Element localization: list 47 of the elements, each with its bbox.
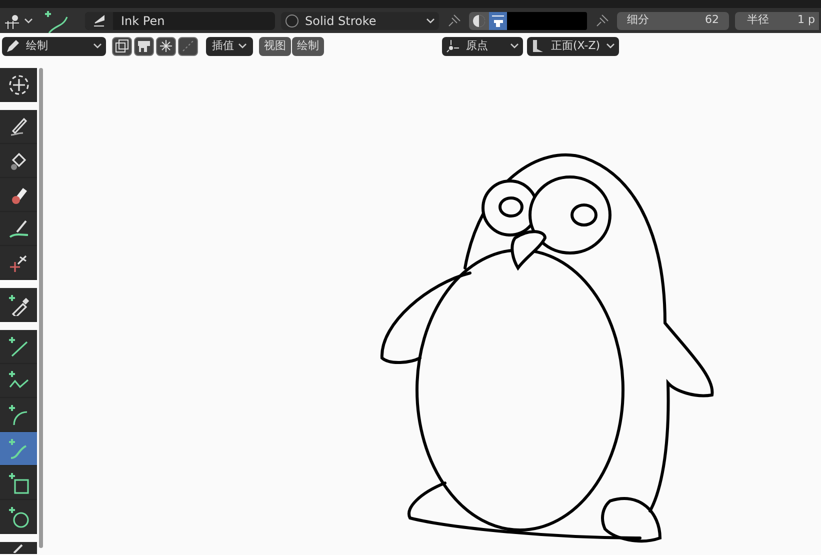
layers-icon (115, 39, 129, 53)
cursor-icon (8, 74, 30, 96)
toggle-button[interactable] (112, 36, 132, 56)
toggle-button[interactable] (134, 36, 154, 56)
line-icon (8, 336, 30, 358)
mask-icon (137, 39, 151, 53)
brush-name: Ink Pen (120, 12, 166, 30)
arc-icon (8, 404, 30, 426)
caret-icon (238, 43, 247, 49)
radius-field[interactable]: 半径 1 p (735, 12, 819, 30)
scrollbar[interactable] (39, 68, 43, 548)
orientation-dropdown[interactable]: 正面(X-Z) (527, 36, 620, 56)
pivot-dropdown[interactable]: 原点 (442, 36, 523, 56)
tool-button[interactable] (0, 542, 37, 554)
mode-button[interactable] (2, 12, 35, 28)
object-mode-icon (4, 12, 22, 28)
toggle-button[interactable] (156, 36, 176, 56)
subdivision-field[interactable]: 细分 62 (617, 12, 729, 30)
pencil-icon (6, 39, 20, 53)
sphere-icon (285, 14, 299, 28)
rectangle-icon (8, 472, 30, 494)
curve-icon (8, 438, 30, 460)
color-swatch[interactable] (507, 12, 587, 30)
menu-button[interactable]: 绘制 (292, 36, 324, 56)
dotted-link-icon (181, 39, 195, 53)
snowflake-icon (159, 39, 173, 53)
caret-icon (606, 43, 616, 49)
brush-icon (93, 14, 105, 26)
material-dropdown[interactable]: Solid Stroke (281, 12, 439, 30)
circle-icon (8, 506, 30, 528)
brush-icon (8, 218, 30, 240)
menu-button[interactable]: 视图 (259, 36, 291, 56)
tool-button[interactable] (0, 432, 37, 466)
caret-icon (426, 18, 435, 24)
toggle-button[interactable] (178, 36, 198, 56)
caret-icon (510, 43, 519, 49)
caret-icon (93, 43, 102, 49)
color-wheel-icon (472, 14, 486, 28)
eyedropper-icon (8, 294, 30, 316)
mode-dropdown[interactable]: 绘制 (2, 36, 106, 56)
material-name: Solid Stroke (305, 12, 378, 30)
plane-icon (531, 39, 545, 53)
pivot-point-icon (446, 39, 460, 53)
brush-field[interactable]: Ink Pen (85, 12, 275, 30)
caret-icon (24, 18, 33, 24)
interpolate-dropdown[interactable]: 插值 (206, 36, 253, 56)
vertex-color-icon (491, 14, 505, 28)
